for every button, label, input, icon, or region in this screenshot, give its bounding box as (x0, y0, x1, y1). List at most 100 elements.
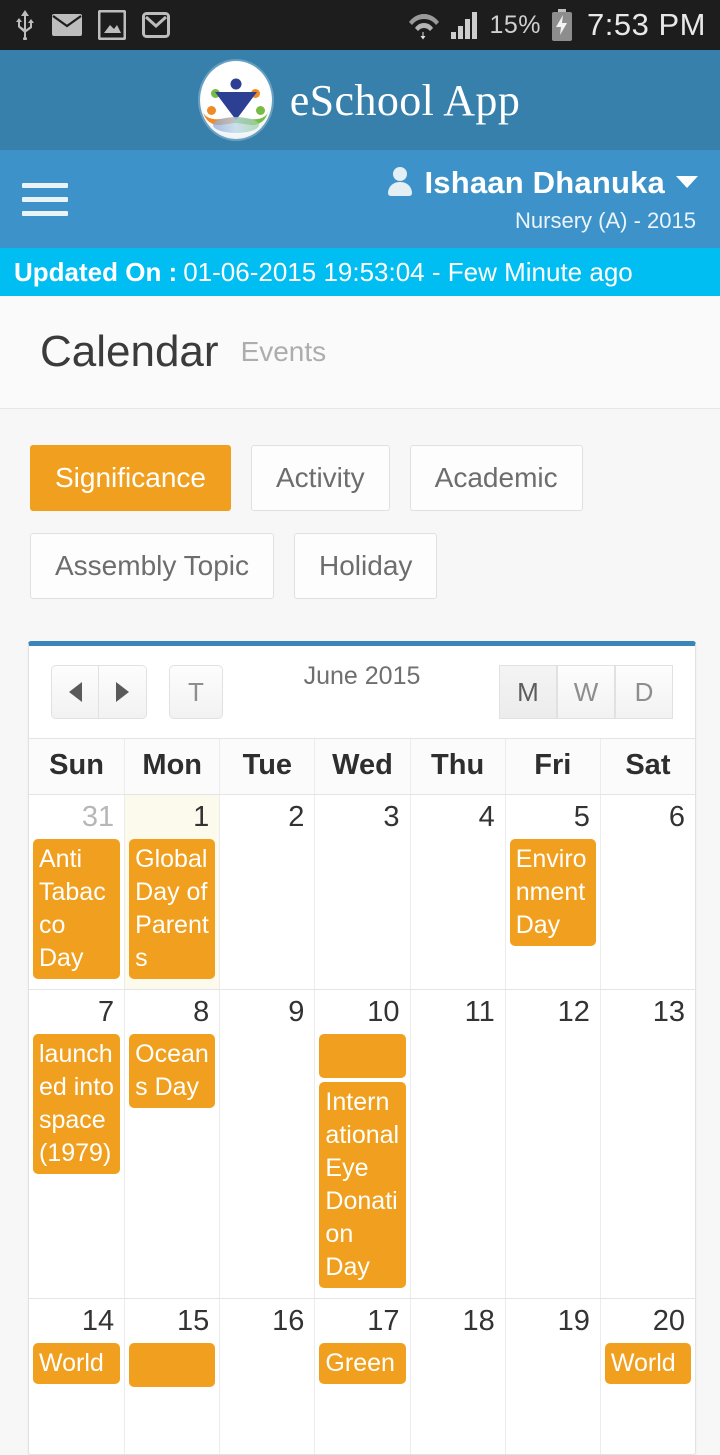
filter-button[interactable]: Assembly Topic (30, 533, 275, 600)
day-number: 18 (462, 1305, 495, 1338)
wifi-data-icon (408, 14, 439, 40)
calendar-event-chip[interactable]: Global Day of Parents (129, 839, 216, 980)
filter-button[interactable]: Holiday (294, 533, 438, 600)
day-header: Sun (49, 749, 104, 782)
status-system-icons: 15% 7:53 PM (408, 7, 707, 43)
app-header: eSchool App (0, 50, 720, 150)
filter-button[interactable]: Significance (30, 445, 231, 512)
calendar-day-cell[interactable]: 10 International Eye Donation Day (314, 990, 409, 1299)
calendar-event-chip[interactable] (319, 1034, 406, 1079)
calendar-view-group: MWD (499, 665, 673, 720)
day-number: 15 (177, 1305, 210, 1338)
calendar-event-chip[interactable] (129, 1343, 216, 1388)
day-number: 19 (557, 1305, 590, 1338)
calendar-week-row: 31 Anti Tabacco Day 1 Global Day of Parents… (29, 794, 695, 990)
calendar-day-cell[interactable]: 16 (219, 1299, 314, 1455)
calendar-event-chip[interactable]: International Eye Donation Day (319, 1082, 406, 1289)
gmail-icon (142, 12, 170, 38)
calendar-day-cell[interactable]: 17 Green (314, 1299, 409, 1455)
calendar-day-cell[interactable]: 11 (409, 990, 505, 1299)
clock-label: 7:53 PM (587, 7, 706, 42)
calendar-day-cell[interactable]: 15 (124, 1299, 219, 1455)
battery-percent-label: 15% (489, 10, 542, 39)
email-icon (52, 14, 82, 36)
calendar-day-cell[interactable]: 5 Environment Day (504, 795, 600, 990)
calendar-day-cell[interactable]: 8 Oceans Day (124, 990, 219, 1299)
calendar-day-cell[interactable]: 13 (599, 990, 695, 1299)
view-button-d[interactable]: D (615, 665, 673, 720)
calendar-weeks: 31 Anti Tabacco Day 1 Global Day of Parents… (29, 794, 695, 1455)
hamburger-menu-icon[interactable] (22, 182, 68, 216)
prev-arrow-icon (68, 682, 82, 703)
filter-button[interactable]: Academic (409, 445, 583, 512)
day-number: 8 (193, 996, 210, 1029)
day-number: 11 (464, 996, 495, 1029)
day-number: 20 (652, 1305, 685, 1338)
updated-on-value: 01-06-2015 19:53:04 - Few Minute ago (183, 256, 633, 287)
day-number: 13 (652, 996, 685, 1029)
today-button[interactable]: T (169, 665, 223, 720)
calendar-day-cell[interactable]: 20 World (599, 1299, 695, 1455)
user-name-label: Ishaan Dhanuka (424, 164, 665, 200)
calendar-event-chip[interactable]: World (604, 1343, 691, 1385)
next-month-button[interactable] (99, 665, 147, 720)
status-notification-icons (14, 10, 170, 40)
next-arrow-icon (116, 682, 129, 703)
calendar-week-row: 7 launched into space (1979) 8 Oceans Day 9 1… (29, 989, 695, 1299)
photo-icon (98, 10, 126, 40)
filter-button[interactable]: Activity (250, 445, 390, 512)
calendar-event-chip[interactable]: Oceans Day (129, 1034, 216, 1109)
calendar-day-cell[interactable]: 4 (409, 795, 505, 990)
calendar-day-cell[interactable]: 7 launched into space (1979) (29, 990, 124, 1298)
calendar-day-cell[interactable]: 9 (219, 990, 314, 1299)
day-header: Thu (409, 739, 505, 795)
calendar-day-cell[interactable]: 31 Anti Tabacco Day (29, 795, 124, 989)
user-menu[interactable]: Ishaan Dhanuka Nursery (A) - 2015 (387, 167, 698, 232)
day-number: 17 (367, 1305, 400, 1338)
user-class-label: Nursery (A) - 2015 (515, 207, 696, 233)
day-header: Sat (599, 739, 695, 795)
calendar-event-chip[interactable]: Green (319, 1343, 406, 1385)
user-avatar-icon (387, 167, 413, 197)
calendar-event-chip[interactable]: Environment Day (509, 839, 596, 947)
day-header: Tue (219, 739, 314, 795)
calendar-day-headers: Sun Mon Tue Wed Thu Fri Sat (29, 738, 695, 795)
page-title: Calendar (40, 327, 219, 376)
app-title: eSchool App (289, 75, 521, 125)
calendar-panel: T June 2015 MWD Sun Mon Tue Wed Thu Fri Sat 31… (28, 641, 696, 1455)
battery-charging-icon (552, 9, 573, 41)
day-number: 1 (193, 801, 210, 834)
day-number: 3 (383, 801, 400, 834)
day-number: 6 (668, 801, 685, 834)
day-number: 14 (81, 1305, 115, 1338)
day-number: 31 (81, 801, 115, 834)
calendar-day-cell[interactable]: 1 Global Day of Parents (124, 795, 220, 990)
calendar-day-cell[interactable]: 18 (409, 1299, 505, 1455)
day-number: 7 (98, 996, 115, 1029)
day-number: 4 (478, 801, 495, 834)
page-title-bar: Calendar Events (0, 296, 720, 409)
chevron-down-icon[interactable] (676, 176, 698, 188)
day-header: Mon (124, 739, 219, 795)
day-number: 9 (288, 996, 305, 1029)
day-header: Wed (314, 739, 409, 795)
event-type-filters: Significance Activity Academic Assembly Top… (0, 409, 700, 600)
calendar-event-chip[interactable]: World (33, 1343, 121, 1385)
calendar-event-chip[interactable]: launched into space (1979) (33, 1034, 121, 1175)
calendar-event-chip[interactable]: Anti Tabacco Day (33, 839, 121, 980)
calendar-day-cell[interactable]: 6 (599, 795, 695, 990)
view-button-m[interactable]: M (499, 665, 557, 720)
calendar-day-cell[interactable]: 19 (504, 1299, 600, 1455)
navigation-bar: Ishaan Dhanuka Nursery (A) - 2015 (0, 150, 720, 248)
view-button-w[interactable]: W (557, 665, 615, 720)
calendar-day-cell[interactable]: 14 World (29, 1299, 124, 1454)
calendar-day-cell[interactable]: 2 (219, 795, 314, 990)
prev-month-button[interactable] (51, 665, 99, 720)
calendar-day-cell[interactable]: 12 (504, 990, 600, 1299)
cellular-signal-icon (450, 12, 477, 39)
calendar-nav-group (51, 665, 147, 720)
day-header: Fri (504, 739, 600, 795)
calendar-day-cell[interactable]: 3 (314, 795, 409, 990)
day-number: 2 (288, 801, 305, 834)
day-number: 10 (367, 996, 400, 1029)
